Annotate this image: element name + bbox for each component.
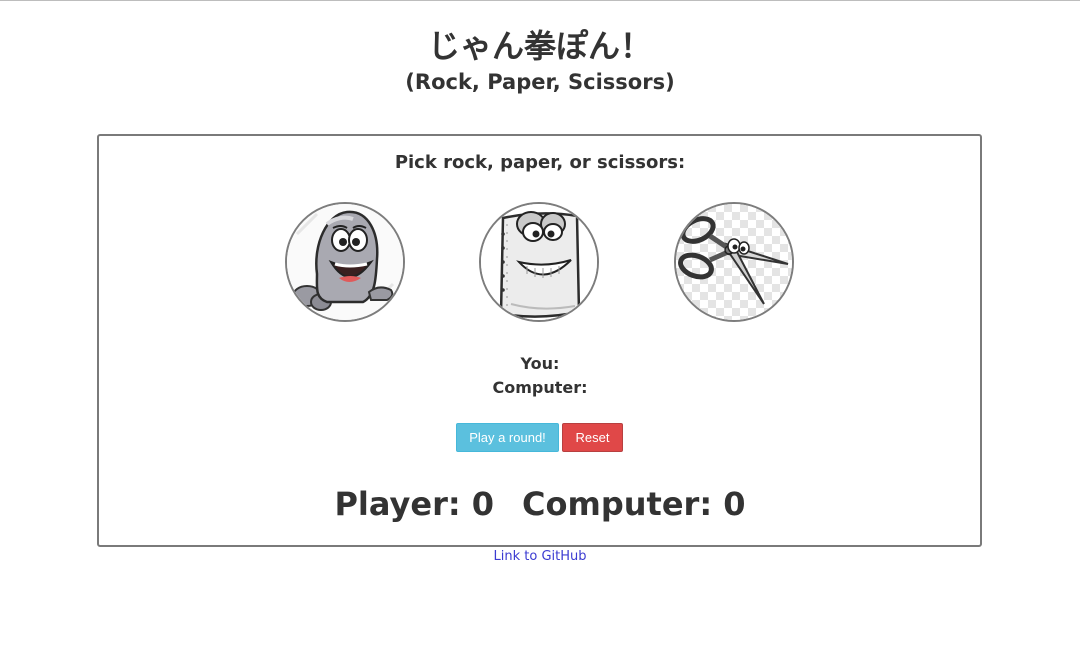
top-divider [0, 0, 1080, 1]
player-choice-label: You: [520, 354, 560, 373]
scissors-character-icon [676, 204, 792, 320]
footer: Link to GitHub [0, 548, 1080, 566]
page-title: じゃん拳ぽん！ [427, 27, 652, 65]
computer-score-value: 0 [723, 485, 746, 523]
reset-button[interactable]: Reset [562, 423, 623, 452]
page-subtitle: (Rock, Paper, Scissors) [405, 70, 675, 94]
play-round-button[interactable]: Play a round! [456, 423, 559, 452]
rock-character-icon [287, 204, 403, 320]
choice-prompt: Pick rock, paper, or scissors: [394, 152, 686, 173]
rock-choice-button[interactable] [285, 202, 405, 322]
player-score-value: 0 [471, 485, 495, 523]
player-score-label: Player: [334, 485, 461, 523]
github-link[interactable]: Link to GitHub [494, 549, 587, 564]
scissors-choice-button[interactable] [674, 202, 794, 322]
scoreboard: Player: 0 Computer: 0 [0, 484, 1080, 524]
paper-character-icon [481, 204, 597, 320]
player-choice-result: You: [0, 353, 1080, 375]
computer-score-label: Computer: [522, 485, 713, 523]
computer-choice-label: Computer: [492, 378, 588, 397]
paper-choice-button[interactable] [479, 202, 599, 322]
computer-choice-result: Computer: [0, 377, 1080, 399]
